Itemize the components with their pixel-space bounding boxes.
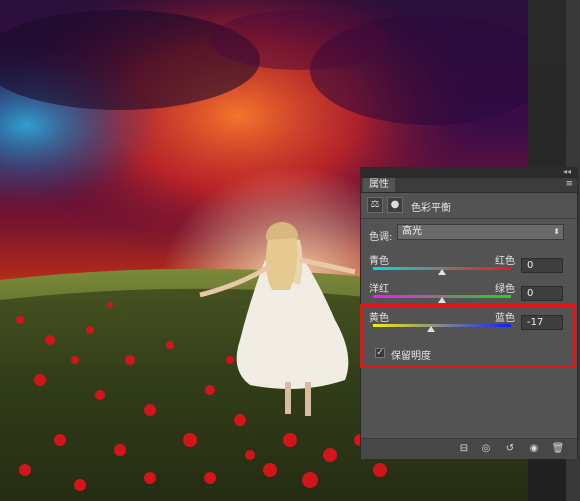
dropdown-arrows-icon: ⬍ — [553, 227, 560, 236]
cyan-red-slider-thumb[interactable] — [438, 269, 446, 275]
tone-dropdown[interactable]: 高光 ⬍ — [397, 224, 564, 240]
tone-value: 高光 — [402, 226, 422, 237]
slider-blue-label: 蓝色 — [495, 313, 515, 324]
magenta-green-value-field[interactable]: 0 — [521, 286, 563, 301]
cyan-red-value-field[interactable]: 0 — [521, 258, 563, 273]
panel-menu-icon[interactable]: ≡ — [565, 179, 573, 189]
clip-to-layer-icon[interactable]: ⊟ — [457, 442, 471, 455]
panel-tabbar: 属性 ≡ — [361, 178, 577, 193]
tab-properties[interactable]: 属性 — [363, 178, 395, 192]
reset-icon[interactable]: ↺ — [503, 442, 517, 455]
adjustment-title: 色彩平衡 — [411, 203, 451, 214]
trash-icon[interactable]: 🗑 — [551, 442, 565, 455]
adjustment-header: ⚖ ● 色彩平衡 — [367, 197, 567, 215]
balance-icon: ⚖ — [367, 197, 383, 213]
panel-titlebar[interactable]: ◂◂ — [361, 167, 577, 178]
slider-magenta-label: 洋红 — [369, 284, 389, 295]
panel-bottom-toolbar: ⊟ ◎ ↺ ◉ 🗑 — [361, 438, 577, 459]
yellow-blue-slider-track[interactable] — [373, 324, 511, 327]
divider — [361, 218, 577, 219]
visibility-eye-icon[interactable]: ◉ — [527, 442, 541, 455]
preserve-luminosity-checkbox[interactable]: ✓ — [375, 348, 385, 358]
slider-green-label: 绿色 — [495, 284, 515, 295]
tone-label: 色调: — [369, 232, 393, 243]
properties-panel: ◂◂ 属性 ≡ ⚖ ● 色彩平衡 色调: 高光 ⬍ 青色 红色 0 洋红 绿色 … — [360, 167, 578, 459]
preserve-luminosity-label: 保留明度 — [391, 351, 431, 362]
slider-yellow-label: 黄色 — [369, 313, 389, 324]
magenta-green-slider-thumb[interactable] — [438, 297, 446, 303]
slider-cyan-label: 青色 — [369, 256, 389, 267]
yellow-blue-slider-thumb[interactable] — [426, 326, 435, 332]
view-previous-icon[interactable]: ◎ — [479, 442, 493, 455]
mask-icon[interactable]: ● — [387, 197, 403, 213]
yellow-blue-value-field[interactable]: -17 — [521, 315, 563, 330]
collapse-arrows-icon[interactable]: ◂◂ — [563, 167, 571, 176]
slider-red-label: 红色 — [495, 256, 515, 267]
